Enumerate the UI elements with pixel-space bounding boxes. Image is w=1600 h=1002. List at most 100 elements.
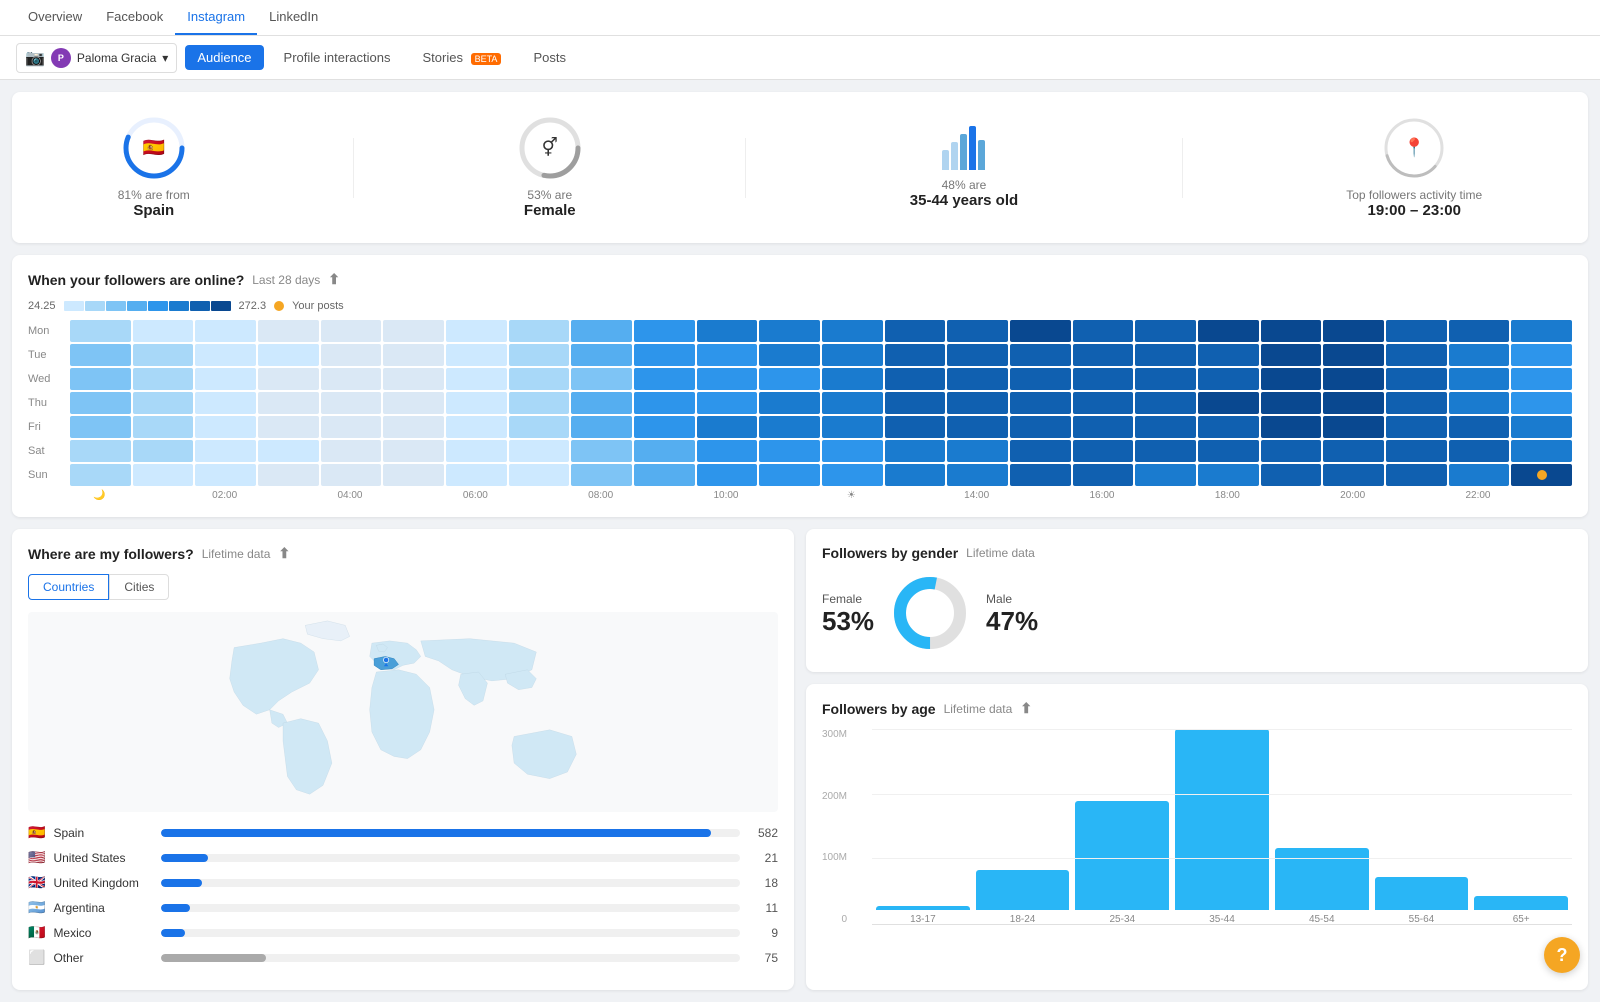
heatmap-cell	[133, 368, 194, 390]
heatmap-cell	[571, 320, 632, 342]
heatmap-cell	[1010, 440, 1071, 462]
sub-navigation: 📷 P Paloma Gracia ▾ Audience Profile int…	[0, 36, 1600, 80]
country-row-spain: 🇪🇸 Spain 582	[28, 824, 778, 841]
tab-posts[interactable]: Posts	[521, 45, 578, 70]
heatmap-cell	[1449, 344, 1510, 366]
heatmap-cell	[571, 416, 632, 438]
tab-profile-interactions[interactable]: Profile interactions	[272, 45, 403, 70]
country-bar-us	[161, 854, 207, 862]
heatmap-cell	[822, 368, 883, 390]
right-column: Followers by gender Lifetime data Female…	[806, 529, 1588, 990]
x-label-2000: 20:00	[1321, 490, 1384, 501]
heatmap-cell	[634, 464, 695, 486]
age-bar-group-1824: 18-24	[976, 729, 1070, 925]
heatmap-cell	[759, 440, 820, 462]
heatmap-cell	[1073, 464, 1134, 486]
day-label-thu: Thu	[28, 392, 68, 414]
nav-instagram[interactable]: Instagram	[175, 0, 257, 35]
heatmap-cell	[1261, 464, 1322, 486]
day-label-sun: Sun	[28, 464, 68, 486]
tab-countries[interactable]: Countries	[28, 574, 109, 600]
age-chart-container: 300M 200M 100M 0	[822, 729, 1572, 949]
tab-audience[interactable]: Audience	[185, 45, 263, 70]
country-row-us: 🇺🇸 United States 21	[28, 849, 778, 866]
heatmap-cell	[759, 392, 820, 414]
heatmap-cell	[446, 440, 507, 462]
help-button[interactable]: ?	[1544, 937, 1580, 973]
heatmap-cell	[759, 416, 820, 438]
country-bar-mexico	[161, 929, 184, 937]
heatmap-cell	[1198, 440, 1259, 462]
heatmap-cell	[1198, 416, 1259, 438]
heatmap-cell	[70, 464, 131, 486]
heatmap-cell	[697, 440, 758, 462]
heatmap-cell	[1073, 368, 1134, 390]
heatmap-cell	[446, 416, 507, 438]
nav-linkedin[interactable]: LinkedIn	[257, 0, 330, 35]
heatmap-cell	[885, 416, 946, 438]
tab-cities[interactable]: Cities	[109, 574, 169, 600]
x-label-1400: 14:00	[945, 490, 1008, 501]
age-bar-group-4554: 45-54	[1275, 729, 1369, 925]
export-icon[interactable]: ⬆	[328, 271, 340, 288]
heatmap-cell	[822, 320, 883, 342]
heatmap-cell	[697, 464, 758, 486]
country-count-mexico: 9	[748, 926, 778, 940]
heatmap-cell	[822, 464, 883, 486]
heatmap-cell	[822, 416, 883, 438]
country-row-argentina: 🇦🇷 Argentina 11	[28, 899, 778, 916]
x-label-2200: 22:00	[1447, 490, 1510, 501]
country-bar-bg-uk	[161, 879, 740, 887]
legend-max: 272.3	[239, 300, 267, 312]
account-selector[interactable]: 📷 P Paloma Gracia ▾	[16, 43, 177, 73]
country-name-uk: United Kingdom	[53, 876, 153, 890]
heatmap-cell	[759, 368, 820, 390]
heatmap-cell	[1135, 344, 1196, 366]
heatmap-cell	[1386, 416, 1447, 438]
heatmap-cell	[634, 416, 695, 438]
heatmap-cell	[133, 392, 194, 414]
heatmap-cell	[133, 464, 194, 486]
heatmap-cell	[1511, 320, 1572, 342]
country-name-mexico: Mexico	[53, 926, 153, 940]
heatmap-cell	[195, 320, 256, 342]
summary-age: 48% are 35-44 years old	[910, 126, 1018, 209]
gender-stats: Female 53% Male 47%	[822, 573, 1572, 656]
age-export-icon[interactable]: ⬆	[1020, 700, 1032, 717]
heatmap-cell	[70, 368, 131, 390]
country-count-argentina: 11	[748, 901, 778, 915]
x-label-1000: 10:00	[695, 490, 758, 501]
country-name-us: United States	[53, 851, 153, 865]
day-label-mon: Mon	[28, 320, 68, 342]
location-subtitle: Lifetime data	[202, 547, 271, 561]
location-export-icon[interactable]: ⬆	[278, 545, 290, 562]
heatmap-cell	[947, 344, 1008, 366]
heatmap-cell	[509, 320, 570, 342]
nav-facebook[interactable]: Facebook	[94, 0, 175, 35]
heatmap-cell	[446, 368, 507, 390]
online-subtitle: Last 28 days	[252, 273, 320, 287]
heatmap-cell	[1511, 344, 1572, 366]
legend-gradient	[64, 301, 231, 311]
heatmap-cell	[258, 464, 319, 486]
nav-overview[interactable]: Overview	[16, 0, 94, 35]
heatmap-cell	[1198, 392, 1259, 414]
heatmap-cell	[321, 392, 382, 414]
tab-stories[interactable]: Stories BETA	[411, 45, 514, 70]
heatmap-cell	[321, 344, 382, 366]
heatmap-cell	[947, 464, 1008, 486]
heatmap-cell	[1511, 368, 1572, 390]
x-label-0600: 06:00	[444, 490, 507, 501]
heatmap-cell	[1323, 440, 1384, 462]
heatmap-cell	[383, 464, 444, 486]
heatmap-cell	[1323, 416, 1384, 438]
age-subtitle: Lifetime data	[944, 702, 1013, 716]
heatmap-cell	[321, 320, 382, 342]
heatmap-cell	[1449, 440, 1510, 462]
x-label-night-icon: 🌙	[68, 490, 131, 501]
online-section: When your followers are online? Last 28 …	[12, 255, 1588, 517]
avatar: P	[51, 48, 71, 68]
x-label-1800: 18:00	[1196, 490, 1259, 501]
heatmap-cell	[947, 416, 1008, 438]
heatmap-cell	[1198, 368, 1259, 390]
